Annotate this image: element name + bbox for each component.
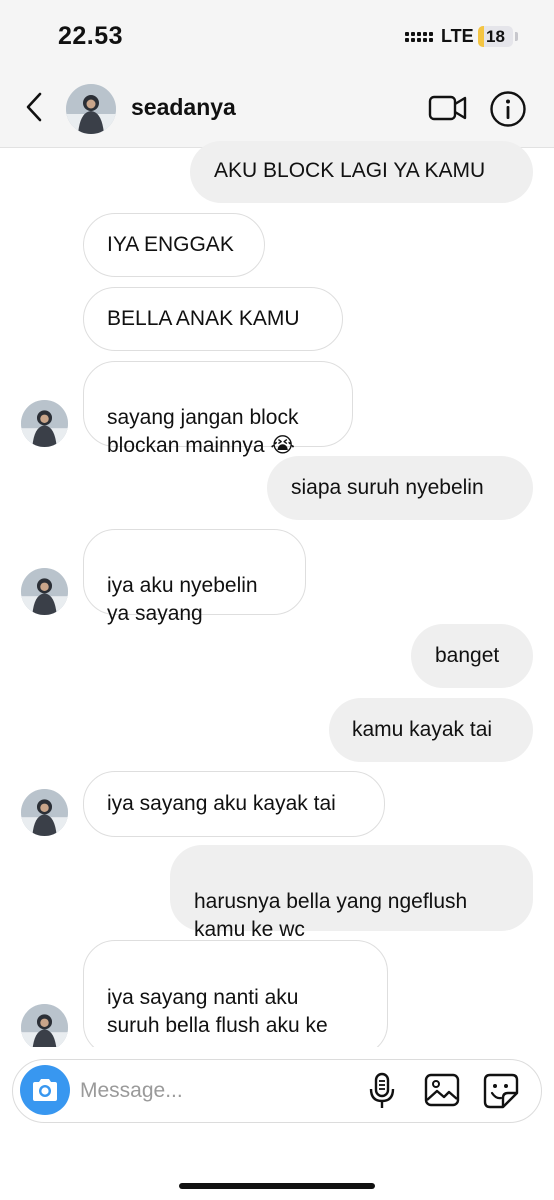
message-text: iya aku nyebelin ya sayang — [107, 574, 258, 625]
info-icon — [490, 91, 526, 127]
username[interactable]: seadanya — [131, 94, 236, 121]
message-text: kamu kayak tai — [352, 718, 493, 741]
gallery-icon — [424, 1073, 460, 1107]
message-bubble[interactable]: iya aku nyebelin ya sayang — [83, 529, 306, 625]
info-button[interactable] — [489, 90, 527, 128]
home-indicator[interactable] — [179, 1183, 375, 1189]
gallery-button[interactable] — [424, 1072, 460, 1108]
message-bubble[interactable]: banget — [411, 624, 533, 688]
avatar[interactable] — [21, 789, 68, 836]
chevron-left-icon — [26, 92, 42, 122]
sticker-button[interactable] — [482, 1072, 520, 1110]
message-input[interactable] — [80, 1074, 350, 1108]
video-call-icon — [428, 95, 467, 121]
message-text: BELLA ANAK KAMU — [107, 307, 300, 330]
sticker-icon — [483, 1073, 519, 1109]
avatar[interactable] — [21, 1004, 68, 1051]
message-text: harusnya bella yang ngeflush kamu ke wc — [194, 890, 468, 941]
camera-icon — [33, 1079, 57, 1101]
message-bubble[interactable]: AKU BLOCK LAGI YA KAMU — [190, 141, 533, 203]
status-time: 22.53 — [58, 22, 124, 50]
video-call-button[interactable] — [428, 92, 468, 124]
microphone-button[interactable] — [366, 1072, 398, 1110]
message-bubble[interactable]: harusnya bella yang ngeflush kamu ke wc — [170, 845, 533, 941]
battery-tip — [515, 32, 518, 41]
battery-icon: 18 — [478, 26, 513, 47]
cellular-signal-icon — [405, 29, 435, 46]
message-text: AKU BLOCK LAGI YA KAMU — [214, 159, 486, 182]
avatar[interactable] — [66, 84, 116, 134]
battery-level: 18 — [486, 27, 505, 46]
message-text: sayang jangan block blockan mainnya 😭 — [107, 406, 299, 457]
message-text: siapa suruh nyebelin — [291, 476, 484, 499]
avatar[interactable] — [21, 400, 68, 447]
message-bubble[interactable]: IYA ENGGAK — [83, 213, 265, 277]
message-bubble[interactable]: iya sayang aku kayak tai — [83, 771, 385, 837]
network-type: LTE — [441, 26, 474, 46]
message-bubble[interactable]: BELLA ANAK KAMU — [83, 287, 343, 351]
microphone-icon — [369, 1072, 395, 1108]
message-bubble[interactable]: iya sayang nanti aku suruh bella flush a… — [83, 940, 388, 1065]
back-button[interactable] — [18, 90, 50, 124]
message-bubble[interactable]: kamu kayak tai — [329, 698, 533, 762]
message-bubble[interactable]: siapa suruh nyebelin — [267, 456, 533, 520]
camera-button[interactable] — [20, 1065, 70, 1115]
avatar[interactable] — [21, 568, 68, 615]
message-text: IYA ENGGAK — [107, 233, 234, 256]
chat-header: seadanya — [0, 72, 554, 148]
message-text: iya sayang aku kayak tai — [107, 792, 336, 815]
message-bubble[interactable]: sayang jangan block blockan mainnya 😭 — [83, 361, 353, 457]
message-text: banget — [435, 644, 500, 667]
status-bar: 22.53 LTE 18 — [0, 0, 554, 72]
